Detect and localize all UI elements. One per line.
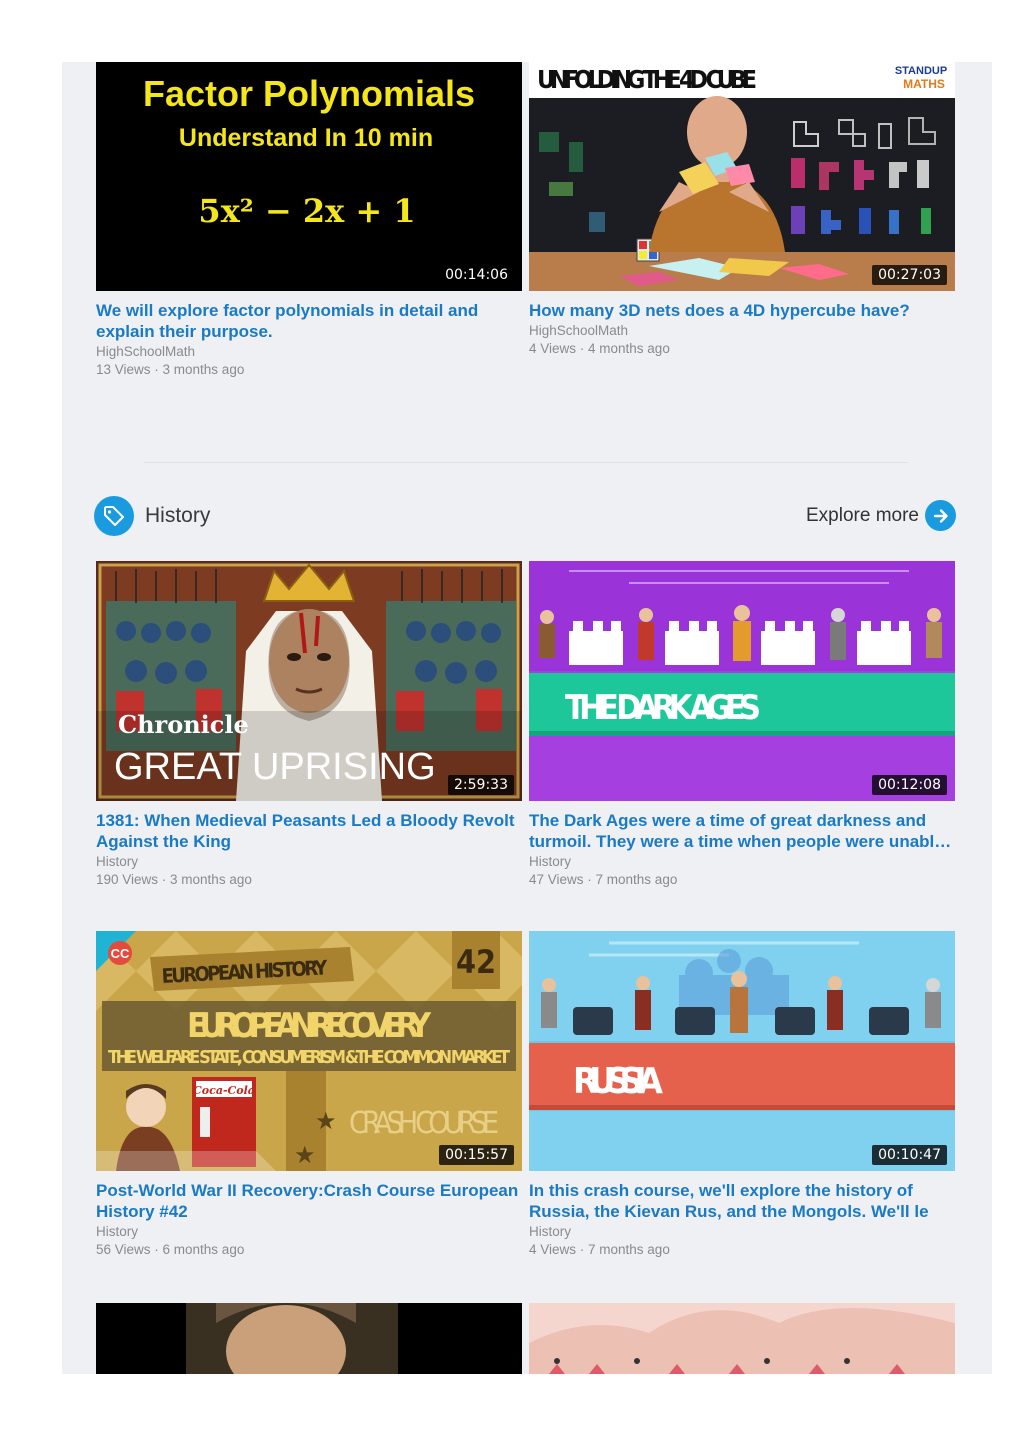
video-thumbnail[interactable]: RUSSIA 00:10:47 bbox=[529, 931, 955, 1171]
star-icon: ★ bbox=[315, 1107, 337, 1135]
video-card[interactable]: Factor Polynomials Understand In 10 min … bbox=[96, 62, 522, 377]
video-duration: 00:14:06 bbox=[439, 265, 514, 285]
thumbnail-logo: STANDUP bbox=[895, 65, 947, 77]
video-meta: 4 Views · 7 months ago bbox=[529, 1242, 670, 1257]
video-card[interactable]: UNFOLDING THE 4D CUBE STANDUP MATHS 00:2… bbox=[529, 62, 955, 356]
video-duration: 00:27:03 bbox=[872, 265, 947, 285]
thumbnail-number: 42 bbox=[456, 943, 496, 981]
thumbnail-badge: CC bbox=[111, 946, 130, 961]
thumbnail-sign: Coca-Cola bbox=[193, 1084, 255, 1097]
thumbnail-text: GREAT UPRISING bbox=[114, 746, 436, 788]
section-title: History bbox=[145, 504, 211, 527]
thumbnail-text: Factor Polynomials bbox=[143, 73, 475, 114]
video-meta: 47 Views · 7 months ago bbox=[529, 872, 678, 887]
thumbnail-formula: 5x² − 2x + 1 bbox=[198, 192, 415, 230]
video-thumbnail[interactable]: Factor Polynomials Understand In 10 min … bbox=[96, 62, 522, 291]
thumbnail-image: RUSSIA bbox=[529, 931, 955, 1171]
video-channel: History bbox=[96, 854, 139, 869]
content-panel: Factor Polynomials Understand In 10 min … bbox=[62, 62, 992, 1374]
video-channel: HighSchoolMath bbox=[96, 344, 196, 359]
thumbnail-text: Understand In 10 min bbox=[179, 124, 433, 152]
video-card[interactable]: CC 42 EUROPEAN HISTORY EUROPEAN RECOVERY… bbox=[96, 931, 522, 1257]
video-card[interactable]: Chronicle GREAT UPRISING 2:59:33 1381: W… bbox=[96, 561, 522, 887]
thumbnail-text: EUROPEAN RECOVERY bbox=[187, 1006, 432, 1046]
video-card[interactable]: THE DARK AGES 00:12:08 The Dark Ages wer… bbox=[529, 561, 955, 887]
video-duration: 00:15:57 bbox=[439, 1145, 514, 1165]
video-thumbnail[interactable] bbox=[529, 1303, 955, 1374]
section-divider bbox=[144, 462, 908, 463]
thumbnail-text: UNFOLDING THE 4D CUBE bbox=[537, 65, 757, 94]
explore-more-label: Explore more bbox=[806, 504, 919, 526]
video-meta: 13 Views · 3 months ago bbox=[96, 362, 245, 377]
video-card[interactable] bbox=[529, 1303, 955, 1374]
video-channel: History bbox=[96, 1224, 139, 1239]
thumbnail-brand: Chronicle bbox=[118, 710, 249, 739]
thumbnail-image: CC 42 EUROPEAN HISTORY EUROPEAN RECOVERY… bbox=[96, 931, 522, 1171]
video-meta: 190 Views · 3 months ago bbox=[96, 872, 252, 887]
video-card[interactable]: RUSSIA 00:10:47 In this crash course, we… bbox=[529, 931, 955, 1257]
video-channel: History bbox=[529, 854, 572, 869]
video-duration: 00:10:47 bbox=[872, 1145, 947, 1165]
video-duration: 00:12:08 bbox=[872, 775, 947, 795]
video-thumbnail[interactable]: UNFOLDING THE 4D CUBE STANDUP MATHS 00:2… bbox=[529, 62, 955, 291]
arrow-right-icon[interactable] bbox=[925, 500, 956, 531]
video-meta: 4 Views · 4 months ago bbox=[529, 341, 670, 356]
video-card[interactable] bbox=[96, 1303, 522, 1374]
thumbnail-image bbox=[96, 1303, 522, 1374]
video-title[interactable]: We will explore factor polynomials in de… bbox=[96, 300, 522, 342]
tag-icon bbox=[94, 496, 134, 536]
video-thumbnail[interactable]: THE DARK AGES 00:12:08 bbox=[529, 561, 955, 801]
thumbnail-image: THE DARK AGES bbox=[529, 561, 955, 801]
thumbnail-image: UNFOLDING THE 4D CUBE STANDUP MATHS bbox=[529, 62, 955, 291]
video-title[interactable]: Post-World War II Recovery:Crash Course … bbox=[96, 1180, 522, 1222]
video-title[interactable]: The Dark Ages were a time of great darkn… bbox=[529, 810, 955, 852]
video-thumbnail[interactable]: Chronicle GREAT UPRISING 2:59:33 bbox=[96, 561, 522, 801]
thumbnail-watermark: CRASH COURSE bbox=[349, 1106, 499, 1141]
video-title[interactable]: 1381: When Medieval Peasants Led a Blood… bbox=[96, 810, 522, 852]
thumbnail-text: RUSSIA bbox=[573, 1061, 663, 1102]
star-icon: ★ bbox=[294, 1141, 316, 1169]
thumbnail-text: THE DARK AGES bbox=[565, 688, 761, 728]
thumbnail-image: Factor Polynomials Understand In 10 min … bbox=[96, 62, 522, 291]
video-channel: History bbox=[529, 1224, 572, 1239]
video-title[interactable]: How many 3D nets does a 4D hypercube hav… bbox=[529, 300, 955, 321]
thumbnail-image: Chronicle GREAT UPRISING bbox=[96, 561, 522, 801]
video-duration: 2:59:33 bbox=[448, 775, 514, 795]
video-title[interactable]: In this crash course, we'll explore the … bbox=[529, 1180, 955, 1222]
thumbnail-logo: MATHS bbox=[903, 77, 945, 91]
video-thumbnail[interactable] bbox=[96, 1303, 522, 1374]
section-header: History Explore more bbox=[94, 494, 956, 538]
video-meta: 56 Views · 6 months ago bbox=[96, 1242, 245, 1257]
explore-more-link[interactable]: Explore more bbox=[806, 500, 956, 531]
thumbnail-text: THE WELFARE STATE, CONSUMERISM &THE COMM… bbox=[108, 1047, 510, 1068]
video-thumbnail[interactable]: CC 42 EUROPEAN HISTORY EUROPEAN RECOVERY… bbox=[96, 931, 522, 1171]
thumbnail-image bbox=[529, 1303, 955, 1374]
video-channel: HighSchoolMath bbox=[529, 323, 629, 338]
